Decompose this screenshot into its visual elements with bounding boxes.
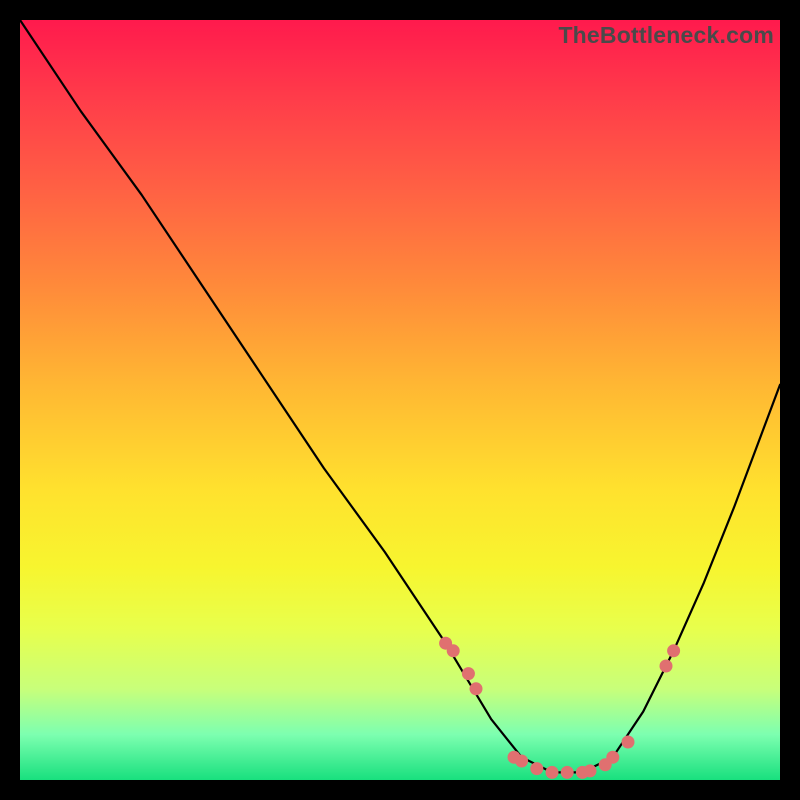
data-marker	[515, 755, 528, 768]
data-marker	[660, 660, 673, 673]
chart-svg	[20, 20, 780, 780]
data-marker	[447, 644, 460, 657]
data-marker	[667, 644, 680, 657]
data-marker	[546, 766, 559, 779]
data-marker	[561, 766, 574, 779]
chart-frame: TheBottleneck.com	[20, 20, 780, 780]
data-marker	[530, 762, 543, 775]
data-marker	[470, 682, 483, 695]
data-marker	[606, 751, 619, 764]
data-marker	[584, 764, 597, 777]
data-marker	[622, 736, 635, 749]
data-marker	[462, 667, 475, 680]
